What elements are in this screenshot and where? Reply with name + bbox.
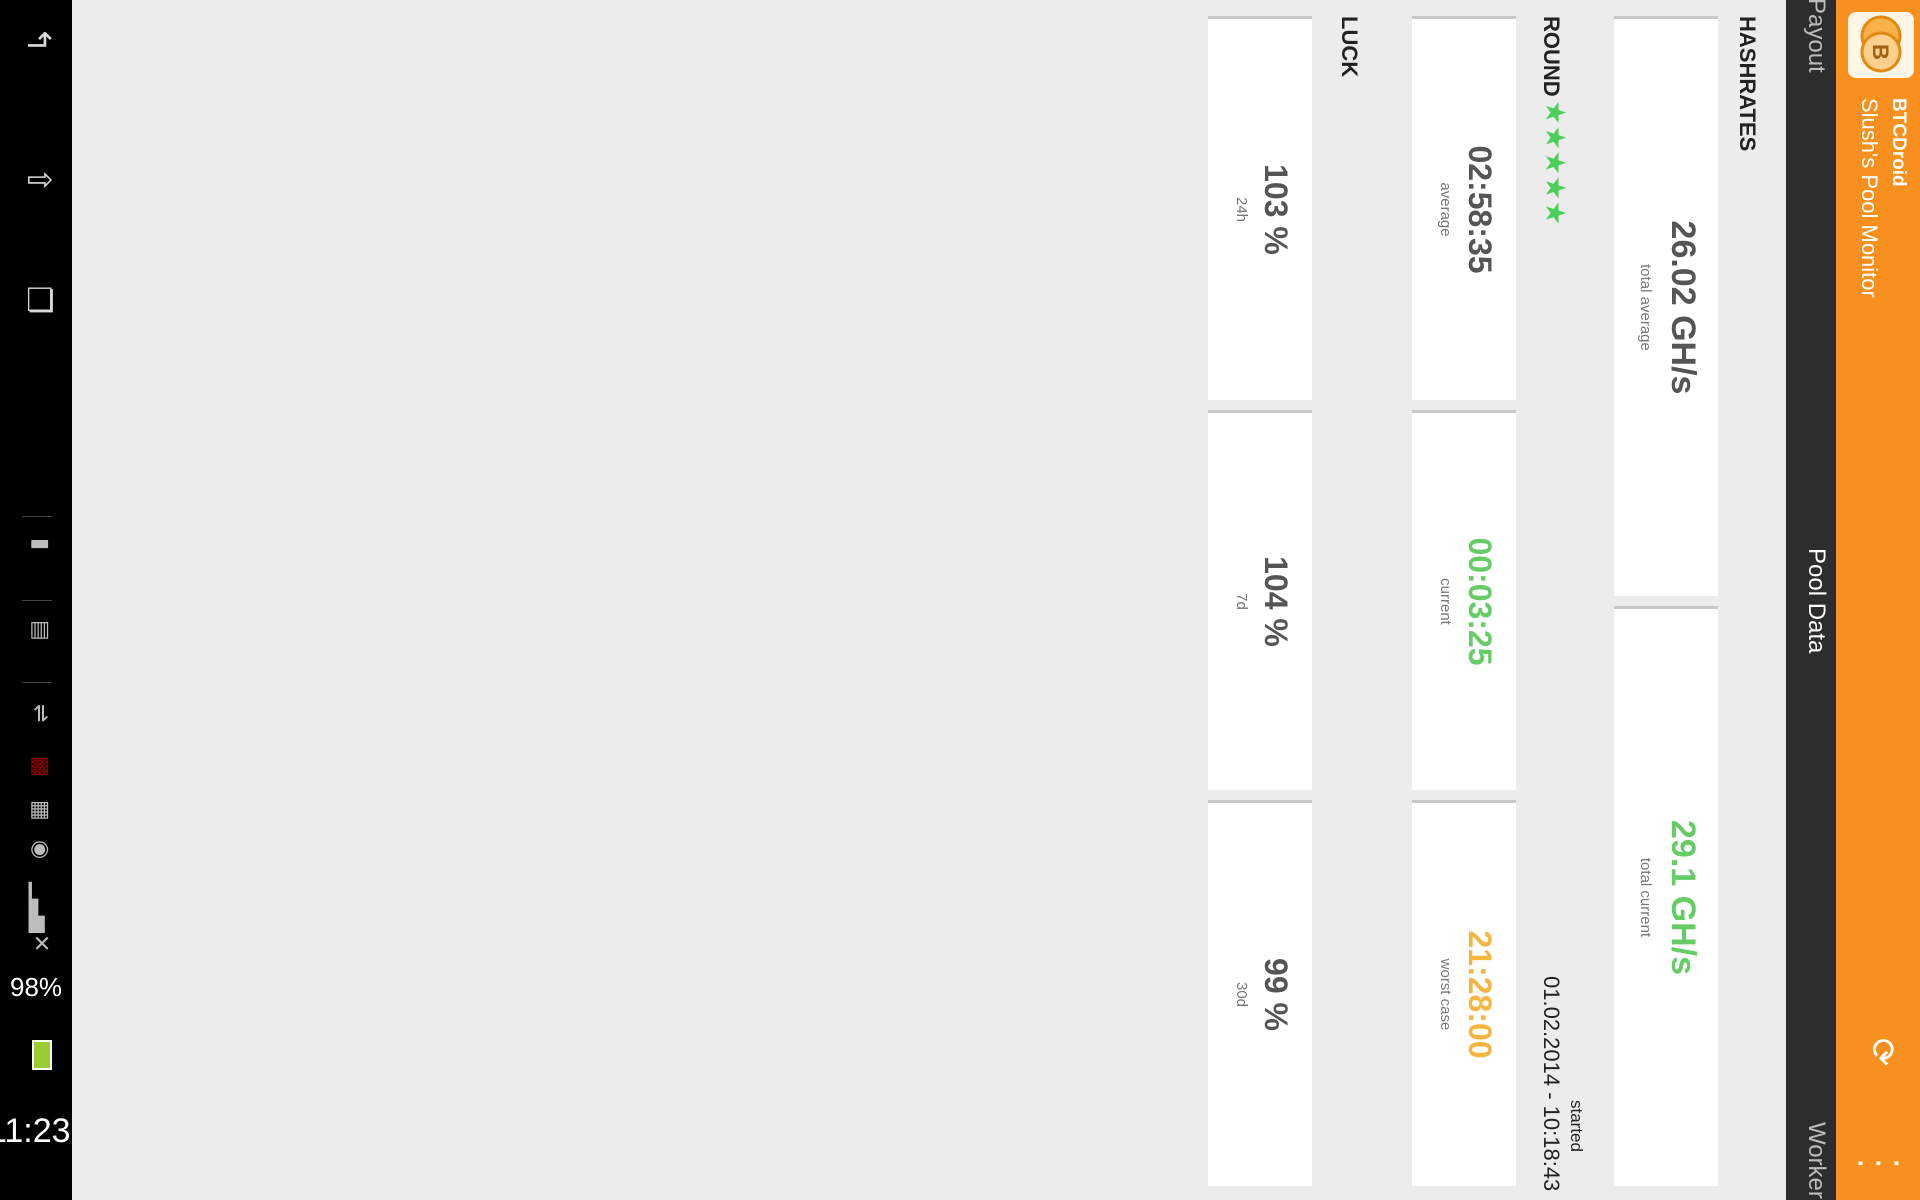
wifi-icon: ◉ (29, 840, 54, 860)
android-debug-icon[interactable]: ▩ (28, 756, 54, 777)
back-icon[interactable]: ↰ (20, 10, 58, 70)
tab-worker[interactable]: Worker (1802, 1122, 1830, 1199)
divider (22, 600, 52, 601)
system-bar: ↰ ⇧ ❐ ▮ ▤ ⇌ ▩ ▦ ◉ ▁▃▅ ✕ 98% 11:23 (0, 0, 72, 1200)
round-worst-case-value: 21:28:00 (1462, 930, 1498, 1059)
card-total-average: 26.02 GH/s total average (1614, 16, 1718, 596)
divider (22, 516, 52, 517)
round-started-value: 01.02.2014 - 10:18:43 (1539, 976, 1564, 1192)
star-icon: ★ (1540, 100, 1571, 126)
image-notification-icon[interactable]: ▤ (28, 620, 54, 641)
round-average-value: 02:58:35 (1462, 145, 1498, 274)
card-round-average: 02:58:35 average (1412, 16, 1516, 400)
star-icon: ★ (1540, 200, 1571, 226)
tab-pool-data[interactable]: Pool Data (1802, 548, 1830, 653)
app-subtitle: Slush's Pool Monitor (1857, 98, 1882, 298)
luck-title: LUCK (1337, 16, 1362, 78)
svg-text:B: B (1868, 44, 1893, 60)
round-worst-case-label: worst case (1437, 958, 1454, 1031)
recent-apps-icon[interactable]: ❐ (20, 270, 58, 330)
app-title: BTCDroid (1888, 98, 1909, 187)
total-current-label: total current (1637, 857, 1654, 938)
overflow-menu-icon[interactable]: · · · (1846, 1154, 1912, 1174)
star-icon: ★ (1540, 150, 1571, 176)
home-icon[interactable]: ⇧ (20, 150, 58, 210)
card-luck-7d: 104 % 7d (1208, 410, 1312, 790)
luck-7d-label: 7d (1233, 593, 1250, 610)
card-round-worst-case: 21:28:00 worst case (1412, 800, 1516, 1186)
tab-bar: Payout Pool Data Worker (1786, 0, 1836, 1200)
round-star-rating: ★★★★★ (1539, 100, 1572, 226)
card-round-current: 00:03:25 current (1412, 410, 1516, 790)
usb-icon[interactable]: ⇌ (28, 704, 54, 722)
btc-logo-icon[interactable]: B (1848, 12, 1914, 78)
round-average-label: average (1437, 182, 1454, 237)
round-started-label: started (1567, 1100, 1586, 1152)
battery-icon (32, 1040, 52, 1070)
battery-percent: 98% (10, 972, 63, 1002)
luck-24h-value: 103 % (1258, 164, 1294, 255)
total-current-value: 29.1 GH/s (1664, 820, 1702, 975)
luck-30d-label: 30d (1233, 981, 1250, 1008)
tab-payout[interactable]: Payout (1802, 0, 1830, 73)
luck-30d-value: 99 % (1258, 958, 1294, 1031)
luck-7d-value: 104 % (1258, 556, 1294, 647)
luck-24h-label: 24h (1233, 196, 1250, 223)
screenshot-notification-icon[interactable]: ▮ (28, 538, 54, 550)
bluetooth-off-icon: ✕ (29, 934, 54, 953)
action-bar: B BTCDroid Slush's Pool Monitor ⟳ · · · (1836, 0, 1920, 1200)
card-luck-30d: 99 % 30d (1208, 800, 1312, 1186)
star-icon: ★ (1540, 125, 1571, 151)
hashrates-title: HASHRATES (1735, 16, 1760, 152)
refresh-icon[interactable]: ⟳ (1862, 1032, 1902, 1072)
clock: 11:23 (0, 1112, 71, 1150)
round-current-label: current (1437, 578, 1454, 625)
total-average-label: total average (1637, 264, 1654, 351)
card-total-current: 29.1 GH/s total current (1614, 606, 1718, 1186)
card-luck-24h: 103 % 24h (1208, 16, 1312, 400)
round-current-value: 00:03:25 (1462, 537, 1498, 666)
divider (22, 682, 52, 683)
round-title: ROUND (1539, 16, 1564, 97)
star-icon: ★ (1540, 175, 1571, 201)
signal-icon: ▁▃▅ (29, 882, 54, 933)
total-average-value: 26.02 GH/s (1664, 220, 1702, 395)
sim-missing-icon: ▦ (29, 800, 54, 821)
